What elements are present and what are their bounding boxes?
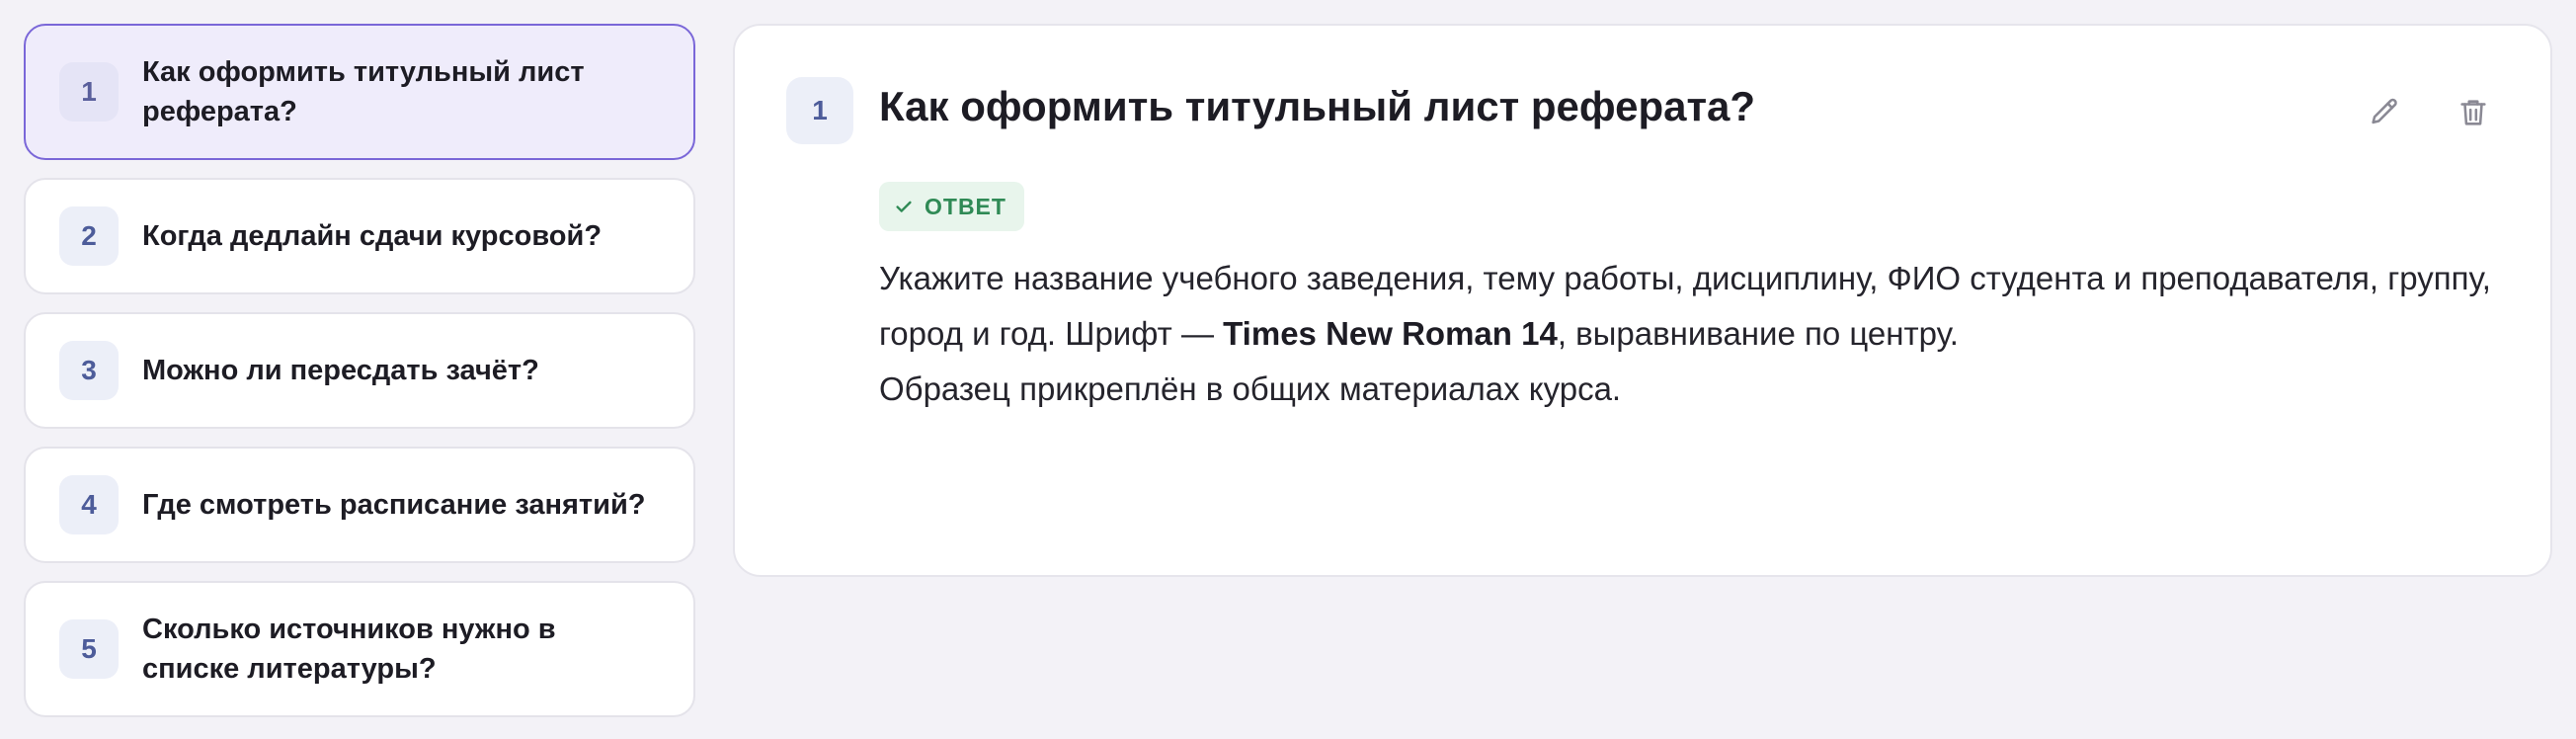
question-item-4[interactable]: 4 Где смотреть расписание занятий? <box>24 447 695 563</box>
delete-button[interactable] <box>2446 85 2501 140</box>
answer-text-line2: Образец прикреплён в общих материалах ку… <box>879 370 1622 407</box>
question-list: 1 Как оформить титульный лист реферата? … <box>24 24 695 717</box>
question-text: Когда дедлайн сдачи курсовой? <box>142 220 603 252</box>
question-number: 2 <box>59 206 119 266</box>
answer-badge-label: ОТВЕТ <box>925 193 1006 219</box>
answer-text-bold: Times New Roman 14 <box>1223 315 1558 352</box>
answer-text-part2: , выравнивание по центру. <box>1557 315 1959 352</box>
question-item-1[interactable]: 1 Как оформить титульный лист реферата? <box>24 24 695 160</box>
faq-page: 1 Как оформить титульный лист реферата? … <box>0 0 2576 739</box>
question-item-2[interactable]: 2 Когда дедлайн сдачи курсовой? <box>24 178 695 294</box>
detail-title: Как оформить титульный лист реферата? <box>879 83 1756 129</box>
question-text: Где смотреть расписание занятий? <box>142 489 646 521</box>
trash-icon <box>2460 100 2486 125</box>
answer-text: Укажите название учебного заведения, тем… <box>879 251 2499 417</box>
check-icon <box>896 201 912 212</box>
question-item-5[interactable]: 5 Сколько источников нужно в списке лите… <box>24 581 695 717</box>
question-text: Сколько источников нужно в списке литера… <box>142 614 556 685</box>
question-number: 4 <box>59 475 119 534</box>
question-number: 1 <box>59 62 119 122</box>
question-detail-panel: 1 Как оформить титульный лист реферата? … <box>733 24 2552 577</box>
question-item-3[interactable]: 3 Можно ли пересдать зачёт? <box>24 312 695 429</box>
question-number: 5 <box>59 619 119 679</box>
question-text: Можно ли пересдать зачёт? <box>142 355 539 386</box>
edit-button[interactable] <box>2357 85 2412 140</box>
answer-badge: ОТВЕТ <box>879 182 1024 231</box>
pencil-icon <box>2372 98 2397 124</box>
question-number: 3 <box>59 341 119 400</box>
question-text: Как оформить титульный лист реферата? <box>142 56 585 127</box>
detail-number: 1 <box>786 77 853 144</box>
